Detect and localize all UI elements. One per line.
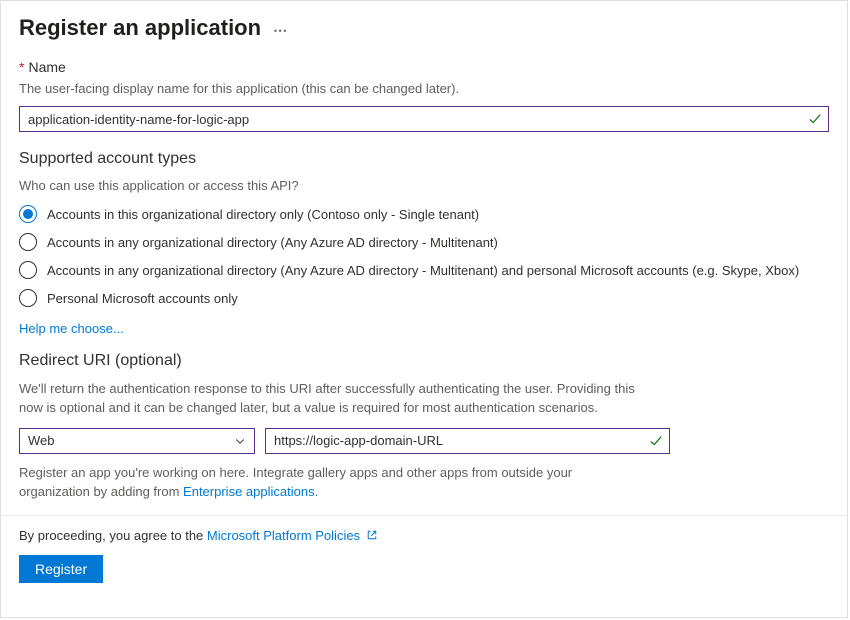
radio-icon	[19, 289, 37, 307]
more-icon[interactable]: ⋯	[273, 18, 288, 39]
redirect-uri-heading: Redirect URI (optional)	[19, 352, 829, 370]
platform-policies-link[interactable]: Microsoft Platform Policies	[207, 528, 378, 543]
platform-select[interactable]: Web	[19, 428, 255, 454]
name-label: *Name	[19, 59, 829, 75]
redirect-footer-post: .	[315, 484, 319, 499]
name-label-text: Name	[28, 59, 65, 75]
register-button[interactable]: Register	[19, 555, 103, 583]
name-input[interactable]	[19, 106, 829, 132]
account-type-label: Accounts in any organizational directory…	[47, 263, 799, 278]
radio-icon	[19, 205, 37, 223]
checkmark-icon	[808, 112, 822, 126]
chevron-down-icon	[234, 435, 246, 447]
platform-select-value: Web	[28, 433, 55, 448]
radio-icon	[19, 233, 37, 251]
page-title: Register an application ⋯	[19, 15, 829, 41]
enterprise-applications-link[interactable]: Enterprise applications	[183, 484, 315, 499]
account-type-label: Accounts in this organizational director…	[47, 207, 479, 222]
redirect-footer-help: Register an app you're working on here. …	[19, 464, 639, 502]
radio-icon	[19, 261, 37, 279]
account-type-option-2[interactable]: Accounts in any organizational directory…	[19, 261, 829, 279]
checkmark-icon	[649, 434, 663, 448]
name-help: The user-facing display name for this ap…	[19, 81, 829, 96]
account-type-label: Accounts in any organizational directory…	[47, 235, 498, 250]
help-me-choose-link[interactable]: Help me choose...	[19, 321, 124, 336]
account-types-question: Who can use this application or access t…	[19, 178, 829, 193]
account-type-option-1[interactable]: Accounts in any organizational directory…	[19, 233, 829, 251]
divider	[1, 515, 847, 516]
redirect-uri-description: We'll return the authentication response…	[19, 380, 659, 418]
account-type-label: Personal Microsoft accounts only	[47, 291, 238, 306]
redirect-uri-input[interactable]	[265, 428, 670, 454]
policy-row: By proceeding, you agree to the Microsof…	[19, 528, 829, 543]
account-types-heading: Supported account types	[19, 150, 829, 168]
page-title-text: Register an application	[19, 15, 261, 41]
policy-pre: By proceeding, you agree to the	[19, 528, 207, 543]
account-type-option-3[interactable]: Personal Microsoft accounts only	[19, 289, 829, 307]
account-type-option-0[interactable]: Accounts in this organizational director…	[19, 205, 829, 223]
external-link-icon	[366, 529, 378, 541]
policy-link-text: Microsoft Platform Policies	[207, 528, 360, 543]
